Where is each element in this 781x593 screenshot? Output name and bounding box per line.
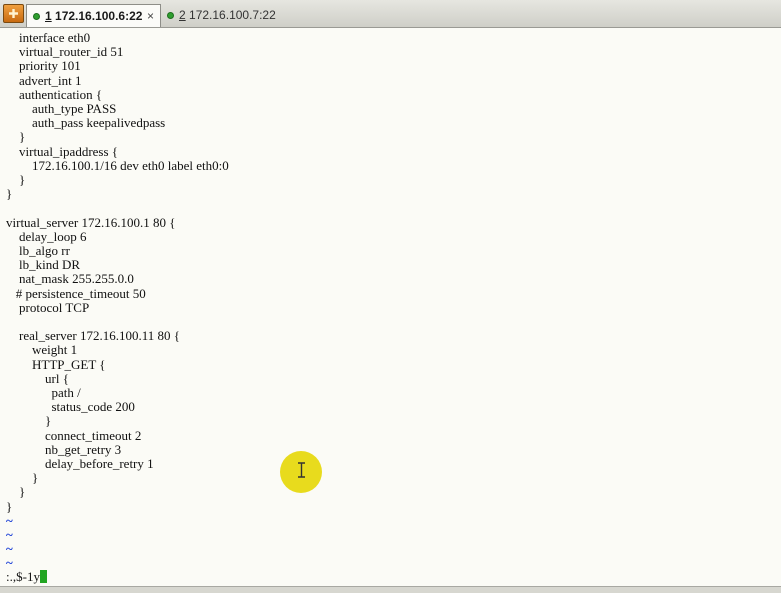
tab-label: 2 172.16.100.7:22: [179, 8, 276, 22]
terminal-line: delay_before_retry 1: [6, 456, 154, 471]
tab-bar: 1 172.16.100.6:22 × 2 172.16.100.7:22: [0, 0, 781, 28]
terminal-line: auth_type PASS: [6, 101, 117, 116]
session-menu-button[interactable]: [3, 4, 24, 23]
text-cursor: [39, 570, 47, 583]
terminal-line: }: [6, 413, 52, 429]
terminal-line: lb_algo rr: [6, 243, 70, 258]
terminal-line: # persistence_timeout 50: [6, 285, 146, 301]
terminal-line: HTTP_GET {: [6, 356, 106, 372]
connected-status-icon: [33, 13, 40, 20]
terminal-line: url {: [6, 370, 69, 386]
connected-status-icon: [167, 12, 174, 19]
ibeam-cursor-icon: [298, 462, 305, 478]
tab-session-1[interactable]: 1 172.16.100.6:22 ×: [26, 4, 161, 27]
terminal-line: }: [6, 484, 26, 500]
terminal-line: real_server 172.16.100.11 80 {: [6, 328, 180, 344]
terminal-line: }: [6, 186, 13, 202]
terminal-line: advert_int 1: [6, 72, 82, 88]
terminal-line: priority 101: [6, 58, 81, 74]
terminal-line: virtual_router_id 51: [6, 44, 124, 60]
terminal-line: path /: [6, 385, 81, 400]
terminal-line: 172.16.100.1/16 dev eth0 label eth0:0: [6, 157, 229, 173]
terminal-line: nat_mask 255.255.0.0: [6, 271, 134, 287]
terminal-line: status_code 200: [6, 399, 135, 415]
terminal-line: authentication {: [6, 86, 103, 102]
empty-line-tilde: ~: [6, 541, 13, 557]
terminal-line: nb_get_retry 3: [6, 441, 122, 457]
terminal-line: }: [6, 498, 13, 514]
close-tab-icon[interactable]: ×: [147, 5, 154, 27]
empty-line-tilde: ~: [6, 512, 13, 528]
terminal-window[interactable]: interface eth0 virtual_router_id 51 prio…: [0, 28, 781, 586]
terminal-line: protocol TCP: [6, 299, 90, 315]
terminal-line: connect_timeout 2: [6, 427, 142, 443]
window-bottom-edge: [0, 586, 781, 593]
terminal-line: delay_loop 6: [6, 228, 87, 244]
vim-command-line[interactable]: :.,$-1y: [6, 570, 47, 584]
terminal-line: }: [6, 470, 39, 486]
terminal-line: lb_kind DR: [6, 257, 81, 273]
empty-line-tilde: ~: [6, 527, 13, 542]
terminal-line: weight 1: [6, 342, 78, 358]
tab-label: 1 172.16.100.6:22: [45, 9, 143, 23]
terminal-line: auth_pass keepalivedpass: [6, 115, 166, 131]
terminal-line: virtual_ipaddress {: [6, 143, 119, 159]
terminal-line: }: [6, 172, 26, 187]
terminal-line: }: [6, 129, 26, 145]
command-text: :.,$-1y: [6, 569, 40, 584]
terminal-line: virtual_server 172.16.100.1 80 {: [6, 214, 176, 230]
tab-session-2[interactable]: 2 172.16.100.7:22: [162, 4, 292, 27]
terminal-line: interface eth0: [6, 30, 91, 45]
